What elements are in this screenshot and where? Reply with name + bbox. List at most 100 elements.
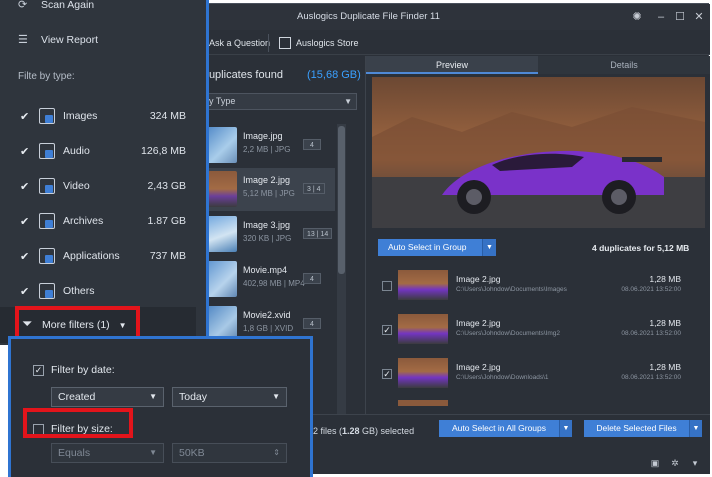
file-meta: 5,12 MB | JPG [243,189,295,198]
duplicate-count-badge: 4 [303,273,321,284]
item-checkbox[interactable]: ✓ [382,369,392,379]
file-name: Image 3.jpg [243,220,291,230]
store-label: Auslogics Store [296,38,359,48]
auto-select-in-group-button[interactable]: Auto Select in Group [378,239,482,256]
images-icon [39,108,55,124]
item-checkbox[interactable]: ✓ [382,325,392,335]
audio-icon [39,143,55,159]
tab-preview[interactable]: Preview [366,56,538,74]
duplicate-item[interactable]: ✓ Image 2.jpg C:\Users\Johndow\Downloads… [366,352,701,396]
filter-type-audio[interactable]: ✔ Audio 126,8 MB [18,142,190,162]
delete-selected-files-button[interactable]: Delete Selected Files [584,420,689,437]
applications-icon [39,248,55,264]
filter-by-date-checkbox[interactable]: ✓ [33,365,44,376]
item-size: 1,28 MB [649,274,681,284]
duplicate-count-badge: 13 | 14 [303,228,333,239]
selection-info: 2 files (1.28 GB) selected [313,426,415,436]
item-size: 1,28 MB [649,318,681,328]
duplicate-count-badge: 4 [303,139,321,150]
item-size: 1,28 MB [649,362,681,372]
toolbar: Ask a Question Auslogics Store [177,30,710,55]
duplicates-title: Duplicates found [201,69,283,81]
item-date: 08.06.2021 13:52:00 [621,286,681,293]
save-icon[interactable]: ▣ [649,457,661,469]
file-thumbnail [205,127,237,163]
checkmark-icon[interactable]: ✔ [20,145,29,158]
archives-icon [39,213,55,229]
filter-type-others[interactable]: ✔ Others [18,282,190,302]
duplicate-item[interactable]: ✓ Image 2.jpg C:\Users\Johndow\Documents… [366,308,701,352]
refresh-icon: ⟳ [18,0,28,11]
group-summary: 4 duplicates for 5,12 MB [592,243,690,253]
item-date: 08.06.2021 13:52:00 [621,330,681,337]
store-icon [279,37,291,49]
chevron-down-icon: ▼ [149,448,157,457]
tab-details[interactable]: Details [538,56,710,74]
chevron-down-icon: ▼ [272,392,280,401]
auto-select-all-dropdown[interactable]: ▼ [559,420,572,437]
file-thumbnail [205,171,237,207]
filter-by-type-label: Filte by type: [18,71,75,82]
item-path: C:\Users\Johndow\Documents\Images [456,286,567,293]
gear-icon[interactable]: ✲ [669,457,681,469]
delete-options-dropdown[interactable]: ▼ [689,420,702,437]
item-thumbnail [398,314,448,344]
size-value-input[interactable]: 50KB ⇕ [172,443,287,463]
checkmark-icon[interactable]: ✔ [20,250,29,263]
file-name: Image.jpg [243,131,283,141]
item-date: 08.06.2021 13:52:00 [621,374,681,381]
video-icon [39,178,55,194]
others-icon [39,283,55,299]
toolbar-divider [268,34,269,52]
file-meta: 2,2 MB | JPG [243,145,291,154]
filter-type-video[interactable]: ✔ Video 2,43 GB [18,177,190,197]
window-title: Auslogics Duplicate File Finder 11 [297,11,440,22]
image-preview [372,77,705,228]
close-icon[interactable]: ✕ [691,9,707,25]
duplicates-total-size: (15,68 GB) [307,69,361,81]
item-thumbnail [398,270,448,300]
date-range-select[interactable]: Today ▼ [172,387,287,407]
item-name: Image 2.jpg [456,362,501,372]
file-thumbnail [205,261,237,297]
checkmark-icon[interactable]: ✔ [20,180,29,193]
checkmark-icon[interactable]: ✔ [20,110,29,123]
chevron-down-icon[interactable]: ▾ [689,457,701,469]
checkmark-icon[interactable]: ✔ [20,215,29,228]
size-operator-select[interactable]: Equals ▼ [51,443,164,463]
settings-icon[interactable]: ✺ [629,9,645,25]
preview-pane: Preview Details Auto Select in Group ▼ 4… [365,56,710,474]
report-icon: ☰ [18,34,28,46]
duplicate-item[interactable]: Image 2.jpg C:\Users\Johndow\Documents\I… [366,264,701,308]
file-meta: 1,8 GB | XVID [243,324,294,333]
filter-type-archives[interactable]: ✔ Archives 1.87 GB [18,212,190,232]
file-name: Movie.mp4 [243,265,288,275]
duplicate-count-badge: 4 [303,318,321,329]
view-report-button[interactable]: ☰ View Report [18,33,98,49]
date-field-select[interactable]: Created ▼ [51,387,164,407]
filter-type-images[interactable]: ✔ Images 324 MB [18,107,190,127]
minimize-icon[interactable]: – [653,9,669,25]
filter-by-date-label: Filter by date: [51,364,115,376]
maximize-icon[interactable]: ☐ [672,9,688,25]
store-button[interactable]: Auslogics Store [273,34,365,52]
stepper-icon: ⇕ [273,448,280,457]
list-scrollbar-thumb[interactable] [338,126,345,274]
car-photo [372,107,705,228]
scan-again-button[interactable]: ⟳ Scan Again [18,0,94,14]
item-path: C:\Users\Johndow\Documents\Img2 [456,330,561,337]
item-name: Image 2.jpg [456,318,501,328]
ask-question-button[interactable]: Ask a Question [203,34,276,52]
item-checkbox[interactable] [382,281,392,291]
sort-select[interactable]: by Type ▼ [199,93,357,110]
file-name: Image 2.jpg [243,175,291,185]
more-filters-highlight [15,306,140,340]
checkmark-icon[interactable]: ✔ [20,285,29,298]
item-thumbnail [398,400,448,406]
filter-type-applications[interactable]: ✔ Applications 737 MB [18,247,190,267]
file-thumbnail [205,216,237,252]
item-path: C:\Users\Johndow\Downloads\1 [456,374,549,381]
filter-by-size-highlight [23,408,133,438]
auto-select-group-dropdown[interactable]: ▼ [482,239,496,256]
auto-select-all-groups-button[interactable]: Auto Select in All Groups [439,420,559,437]
